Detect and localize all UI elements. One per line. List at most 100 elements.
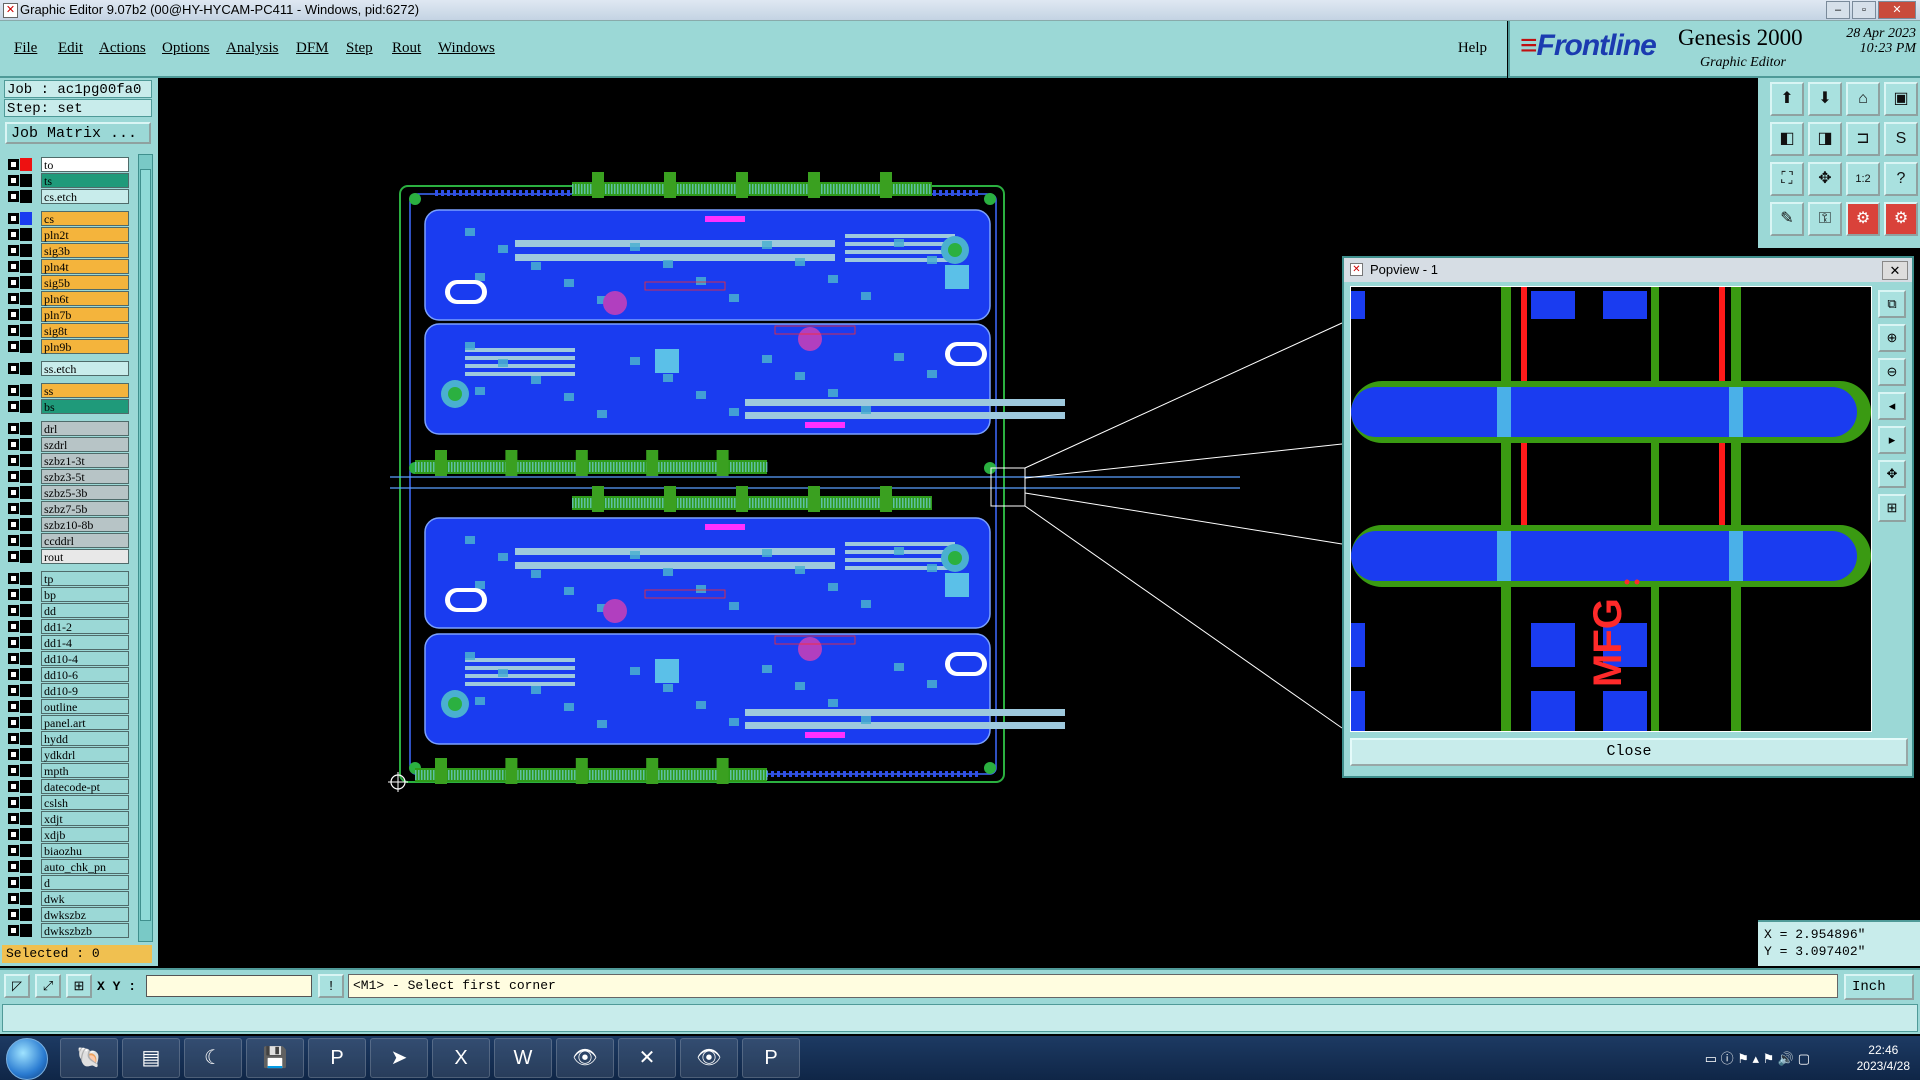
layer-name[interactable]: sig8t bbox=[41, 323, 129, 338]
layer-color-swatch[interactable] bbox=[20, 924, 32, 937]
measure-red-icon[interactable]: ⚙ bbox=[1846, 202, 1880, 236]
layer-color-swatch[interactable] bbox=[20, 260, 32, 273]
zoom-out-icon[interactable]: ⊖ bbox=[1878, 358, 1906, 386]
graph-red-icon[interactable]: ⚙ bbox=[1884, 202, 1918, 236]
center-icon[interactable]: ⊞ bbox=[1878, 494, 1906, 522]
layer-color-swatch[interactable] bbox=[20, 908, 32, 921]
zoom-fit-icon[interactable]: ⛶ bbox=[1770, 162, 1804, 196]
layer-row[interactable]: biaozhu bbox=[5, 843, 131, 858]
layer-row[interactable]: dd10-4 bbox=[5, 651, 131, 666]
layer-row[interactable]: dwkszbz bbox=[5, 907, 131, 922]
zoom-center-icon[interactable]: ✥ bbox=[1808, 162, 1842, 196]
menu-options[interactable]: Options bbox=[162, 40, 210, 57]
units-selector[interactable]: Inch bbox=[1844, 974, 1914, 1000]
layer-row[interactable]: bs bbox=[5, 399, 131, 414]
start-button[interactable] bbox=[6, 1038, 48, 1080]
layer-row[interactable]: dd1-2 bbox=[5, 619, 131, 634]
layer-name[interactable]: pln7b bbox=[41, 307, 129, 322]
layer-color-swatch[interactable] bbox=[20, 844, 32, 857]
layer-checkbox[interactable] bbox=[8, 685, 19, 696]
zoom-home-icon[interactable]: ⧉ bbox=[1878, 290, 1906, 318]
layer-checkbox[interactable] bbox=[8, 813, 19, 824]
shape-icon[interactable]: S bbox=[1884, 122, 1918, 156]
layer-row[interactable]: xdjt bbox=[5, 811, 131, 826]
layer-row[interactable]: szbz5-3b bbox=[5, 485, 131, 500]
layer-name[interactable]: xdjb bbox=[41, 827, 129, 842]
layer-color-swatch[interactable] bbox=[20, 748, 32, 761]
layer-color-swatch[interactable] bbox=[20, 340, 32, 353]
layer-color-swatch[interactable] bbox=[20, 174, 32, 187]
layer-row[interactable]: d bbox=[5, 875, 131, 890]
taskbar-genesis-icon[interactable]: ✕ bbox=[618, 1038, 676, 1078]
layer-color-swatch[interactable] bbox=[20, 604, 32, 617]
layer-color-swatch[interactable] bbox=[20, 308, 32, 321]
pan-left-icon[interactable]: ◧ bbox=[1770, 122, 1804, 156]
layer-name[interactable]: rout bbox=[41, 549, 129, 564]
layer-color-swatch[interactable] bbox=[20, 502, 32, 515]
layer-checkbox[interactable] bbox=[8, 535, 19, 546]
layer-row[interactable]: drl bbox=[5, 421, 131, 436]
layer-name[interactable]: cs bbox=[41, 211, 129, 226]
layer-checkbox[interactable] bbox=[8, 877, 19, 888]
info-icon[interactable]: ! bbox=[318, 974, 344, 998]
layer-name[interactable]: auto_chk_pn bbox=[41, 859, 129, 874]
popview-close-button[interactable]: Close bbox=[1350, 738, 1908, 766]
layer-row[interactable]: pln9b bbox=[5, 339, 131, 354]
layer-name[interactable]: szbz7-5b bbox=[41, 501, 129, 516]
layer-row[interactable]: xdjb bbox=[5, 827, 131, 842]
layer-checkbox[interactable] bbox=[8, 749, 19, 760]
menu-help[interactable]: Help bbox=[1458, 40, 1487, 57]
layer-color-swatch[interactable] bbox=[20, 518, 32, 531]
layer-name[interactable]: pln4t bbox=[41, 259, 129, 274]
layer-color-swatch[interactable] bbox=[20, 276, 32, 289]
layer-color-swatch[interactable] bbox=[20, 244, 32, 257]
layer-checkbox[interactable] bbox=[8, 455, 19, 466]
layer-checkbox[interactable] bbox=[8, 573, 19, 584]
layer-name[interactable]: bp bbox=[41, 587, 129, 602]
minimize-button[interactable]: – bbox=[1826, 1, 1850, 19]
layer-row[interactable]: szdrl bbox=[5, 437, 131, 452]
layer-row[interactable]: mpth bbox=[5, 763, 131, 778]
layer-name[interactable]: bs bbox=[41, 399, 129, 414]
layer-color-swatch[interactable] bbox=[20, 384, 32, 397]
layer-row[interactable]: dd10-9 bbox=[5, 683, 131, 698]
layer-row[interactable]: dwkszbzb bbox=[5, 923, 131, 938]
layer-name[interactable]: cs.etch bbox=[41, 189, 129, 204]
layer-row[interactable]: szbz10-8b bbox=[5, 517, 131, 532]
layer-checkbox[interactable] bbox=[8, 309, 19, 320]
fit-icon[interactable]: ✥ bbox=[1878, 460, 1906, 488]
layer-name[interactable]: dd10-9 bbox=[41, 683, 129, 698]
layer-name[interactable]: szbz1-3t bbox=[41, 453, 129, 468]
layer-row[interactable]: ydkdrl bbox=[5, 747, 131, 762]
layer-name[interactable]: datecode-pt bbox=[41, 779, 129, 794]
layer-color-swatch[interactable] bbox=[20, 486, 32, 499]
layer-color-swatch[interactable] bbox=[20, 860, 32, 873]
layer-color-swatch[interactable] bbox=[20, 716, 32, 729]
layer-row[interactable]: dd1-4 bbox=[5, 635, 131, 650]
layer-checkbox[interactable] bbox=[8, 669, 19, 680]
layer-color-swatch[interactable] bbox=[20, 292, 32, 305]
layer-color-swatch[interactable] bbox=[20, 892, 32, 905]
layer-checkbox[interactable] bbox=[8, 471, 19, 482]
menu-analysis[interactable]: Analysis bbox=[226, 40, 279, 57]
layer-checkbox[interactable] bbox=[8, 229, 19, 240]
layer-name[interactable]: hydd bbox=[41, 731, 129, 746]
layer-name[interactable]: ydkdrl bbox=[41, 747, 129, 762]
layer-color-swatch[interactable] bbox=[20, 620, 32, 633]
layer-row[interactable]: auto_chk_pn bbox=[5, 859, 131, 874]
taskbar-eye-icon[interactable]: 👁 bbox=[556, 1038, 614, 1078]
taskbar-notepad-icon[interactable]: ▤ bbox=[122, 1038, 180, 1078]
layer-checkbox[interactable] bbox=[8, 385, 19, 396]
layer-color-swatch[interactable] bbox=[20, 550, 32, 563]
layer-checkbox[interactable] bbox=[8, 423, 19, 434]
scale-icon[interactable]: 1:2 bbox=[1846, 162, 1880, 196]
layer-row[interactable]: cs.etch bbox=[5, 189, 131, 204]
layer-row[interactable]: sig5b bbox=[5, 275, 131, 290]
layer-name[interactable]: drl bbox=[41, 421, 129, 436]
job-matrix-button[interactable]: Job Matrix ... bbox=[5, 122, 151, 144]
layer-name[interactable]: dd1-2 bbox=[41, 619, 129, 634]
pan-left-icon[interactable]: ◂ bbox=[1878, 392, 1906, 420]
layer-row[interactable]: sig8t bbox=[5, 323, 131, 338]
layer-color-swatch[interactable] bbox=[20, 422, 32, 435]
layer-checkbox[interactable] bbox=[8, 261, 19, 272]
